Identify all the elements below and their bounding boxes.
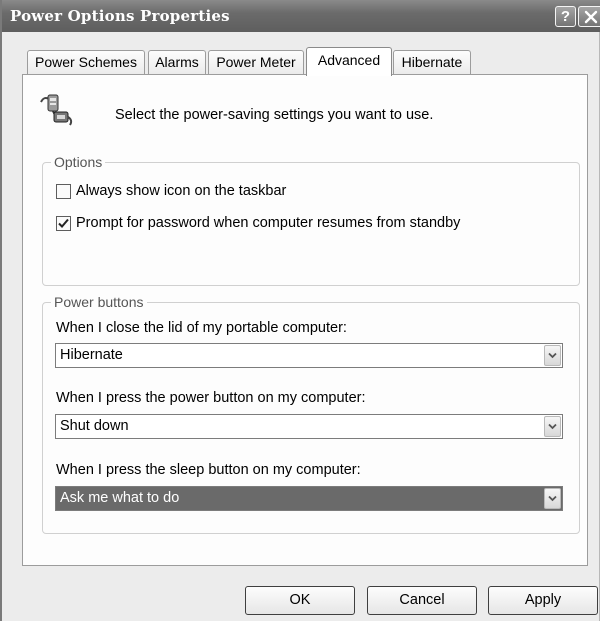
lid-action-dropdown-button[interactable] <box>544 345 561 366</box>
tab-hibernate[interactable]: Hibernate <box>393 50 471 74</box>
power-button-dropdown-button[interactable] <box>544 416 561 437</box>
power-settings-icon <box>40 94 73 126</box>
lid-action-value: Hibernate <box>60 347 123 363</box>
tab-advanced[interactable]: Advanced <box>306 47 392 76</box>
sleep-button-action-label: When I press the sleep button on my comp… <box>56 462 361 478</box>
cancel-button[interactable]: Cancel <box>367 586 477 615</box>
ok-button[interactable]: OK <box>245 586 355 615</box>
options-legend: Options <box>51 154 106 170</box>
always-show-icon-checkbox[interactable] <box>56 184 71 199</box>
checkmark-icon <box>58 218 69 228</box>
chevron-down-icon <box>548 495 557 502</box>
sleep-button-dropdown-button[interactable] <box>544 488 561 509</box>
tab-power-meter[interactable]: Power Meter <box>208 50 304 74</box>
title-bar[interactable]: Power Options Properties ? <box>2 0 600 32</box>
always-show-icon-label[interactable]: Always show icon on the taskbar <box>76 183 286 199</box>
help-icon: ? <box>560 8 571 25</box>
close-button[interactable] <box>578 6 600 27</box>
tab-power-schemes[interactable]: Power Schemes <box>27 50 145 74</box>
chevron-down-icon <box>548 423 557 430</box>
help-button[interactable]: ? <box>555 6 576 27</box>
chevron-down-icon <box>548 352 557 359</box>
lid-action-select[interactable]: Hibernate <box>55 343 563 368</box>
window-title: Power Options Properties <box>10 7 230 25</box>
sleep-button-action-value: Ask me what to do <box>60 490 180 506</box>
power-button-action-select[interactable]: Shut down <box>55 414 563 439</box>
power-button-action-label: When I press the power button on my comp… <box>56 390 366 406</box>
tab-alarms[interactable]: Alarms <box>148 50 206 74</box>
sleep-button-action-select[interactable]: Ask me what to do <box>55 486 563 511</box>
lid-action-label: When I close the lid of my portable comp… <box>56 320 347 336</box>
prompt-password-label[interactable]: Prompt for password when computer resume… <box>76 215 460 231</box>
prompt-password-checkbox[interactable] <box>56 216 71 231</box>
header-instruction: Select the power-saving settings you wan… <box>115 107 434 123</box>
power-options-dialog: Power Options Properties ? Power Schemes… <box>0 0 600 621</box>
apply-button[interactable]: Apply <box>488 586 598 615</box>
close-icon <box>584 10 597 24</box>
power-buttons-legend: Power buttons <box>51 294 147 310</box>
power-button-action-value: Shut down <box>60 418 129 434</box>
